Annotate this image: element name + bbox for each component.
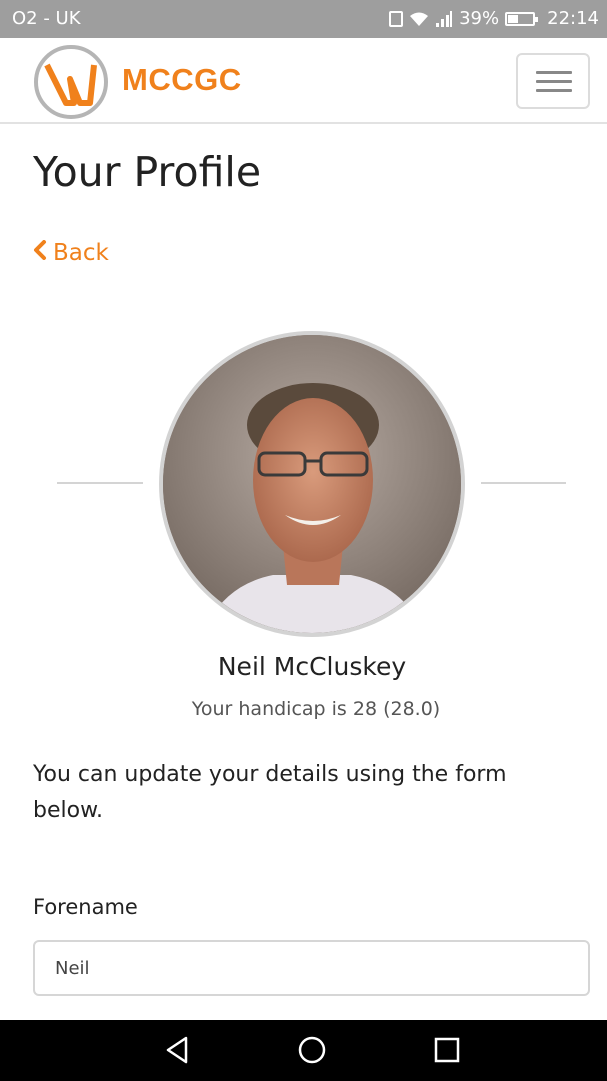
handicap-text: Your handicap is 28 (28.0) (191, 698, 441, 720)
recents-square-icon[interactable] (431, 1034, 463, 1066)
status-icons: 39% 22:14 (389, 8, 599, 29)
divider-right (481, 482, 566, 484)
back-link[interactable]: Back (33, 240, 109, 266)
forename-input[interactable] (33, 940, 590, 996)
screen: O2 - UK 39% 22:14 MCCGC Your Profile Bac… (0, 0, 607, 1081)
avatar (159, 331, 465, 637)
hamburger-menu-bar (536, 89, 572, 92)
wifi-icon (409, 11, 429, 27)
hamburger-menu-icon (536, 71, 572, 74)
back-triangle-icon[interactable] (162, 1034, 194, 1066)
intro-text: You can update your details using the fo… (33, 762, 507, 823)
android-nav-bar (0, 1020, 607, 1081)
back-label: Back (53, 240, 109, 266)
mccgc-logo-icon[interactable] (34, 45, 108, 119)
clock: 22:14 (547, 8, 599, 29)
battery-icon (505, 11, 539, 26)
vibrate-icon (389, 10, 404, 27)
hamburger-menu-bar (536, 80, 572, 83)
home-circle-icon[interactable] (296, 1034, 328, 1066)
hamburger-menu-button[interactable] (516, 53, 590, 109)
divider-left (57, 482, 143, 484)
signal-icon (435, 10, 453, 27)
battery-percent: 39% (459, 8, 500, 29)
forename-label: Forename (33, 895, 138, 919)
brand-name[interactable]: MCCGC (122, 62, 242, 98)
carrier-label: O2 - UK (12, 8, 81, 29)
chevron-left-icon (33, 240, 47, 266)
status-bar: O2 - UK 39% 22:14 (0, 0, 607, 38)
page-title: Your Profile (33, 148, 262, 196)
profile-name: Neil McCluskey (217, 652, 407, 681)
site-header: MCCGC (0, 38, 607, 124)
